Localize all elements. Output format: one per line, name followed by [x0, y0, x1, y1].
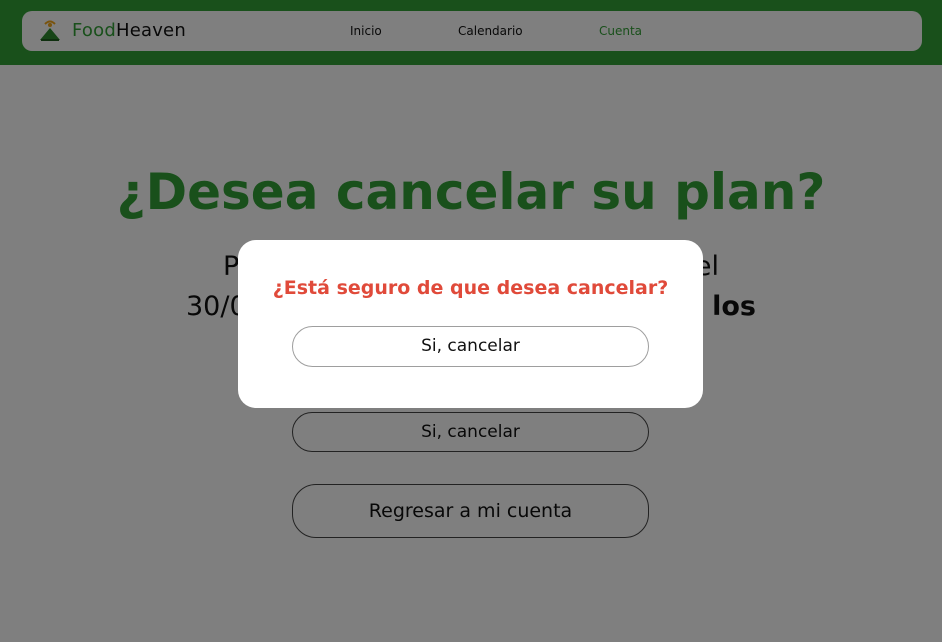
modal-title: ¿Está seguro de que desea cancelar? — [272, 277, 669, 299]
confirm-cancel-button[interactable]: Si, cancelar — [292, 326, 649, 367]
confirm-cancel-modal: ¿Está seguro de que desea cancelar? Si, … — [238, 240, 703, 408]
